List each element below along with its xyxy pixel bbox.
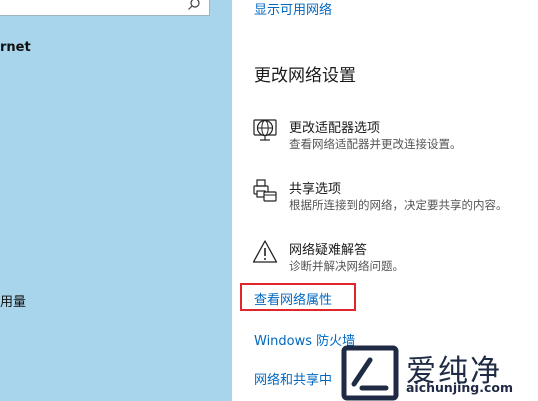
watermark: 爱纯净 aichunjing.com (340, 344, 538, 401)
network-troubleshooter-title: 网络疑难解答 (289, 243, 368, 258)
left-pane: rnet 用量 (0, 0, 232, 401)
printer-share-icon (253, 179, 277, 202)
watermark-logo-icon (341, 345, 399, 401)
show-available-networks-link[interactable]: 显示可用网络 (254, 0, 332, 18)
data-usage-item[interactable]: 用量 (0, 291, 26, 310)
network-sharing-center-link[interactable]: 网络和共享中 (254, 369, 332, 388)
network-troubleshooter-item[interactable]: 网络疑难解答 诊断并解决网络问题。 (252, 239, 538, 279)
sharing-options-title: 共享选项 (289, 182, 342, 197)
globe-adapter-icon (253, 119, 277, 141)
network-status-label: rnet (0, 40, 31, 55)
change-adapter-options-desc: 查看网络适配器并更改连接设置。 (289, 137, 462, 151)
search-icon[interactable] (187, 0, 201, 11)
view-network-properties-link[interactable]: 查看网络属性 (254, 289, 332, 308)
right-pane: 显示可用网络 更改网络设置 更改适配器选项 查看网络适配器并更改连接设置。 共享… (232, 0, 538, 401)
warning-icon (252, 240, 278, 263)
network-troubleshooter-desc: 诊断并解决网络问题。 (289, 259, 404, 273)
change-adapter-options-item[interactable]: 更改适配器选项 查看网络适配器并更改连接设置。 (252, 117, 538, 157)
sharing-options-desc: 根据所连接到的网络，决定要共享的内容。 (289, 198, 508, 212)
search-box[interactable] (0, 0, 210, 16)
section-title: 更改网络设置 (254, 66, 356, 86)
sharing-options-item[interactable]: 共享选项 根据所连接到的网络，决定要共享的内容。 (252, 178, 538, 218)
change-adapter-options-title: 更改适配器选项 (289, 121, 381, 136)
watermark-url: aichunjing.com (406, 380, 514, 395)
